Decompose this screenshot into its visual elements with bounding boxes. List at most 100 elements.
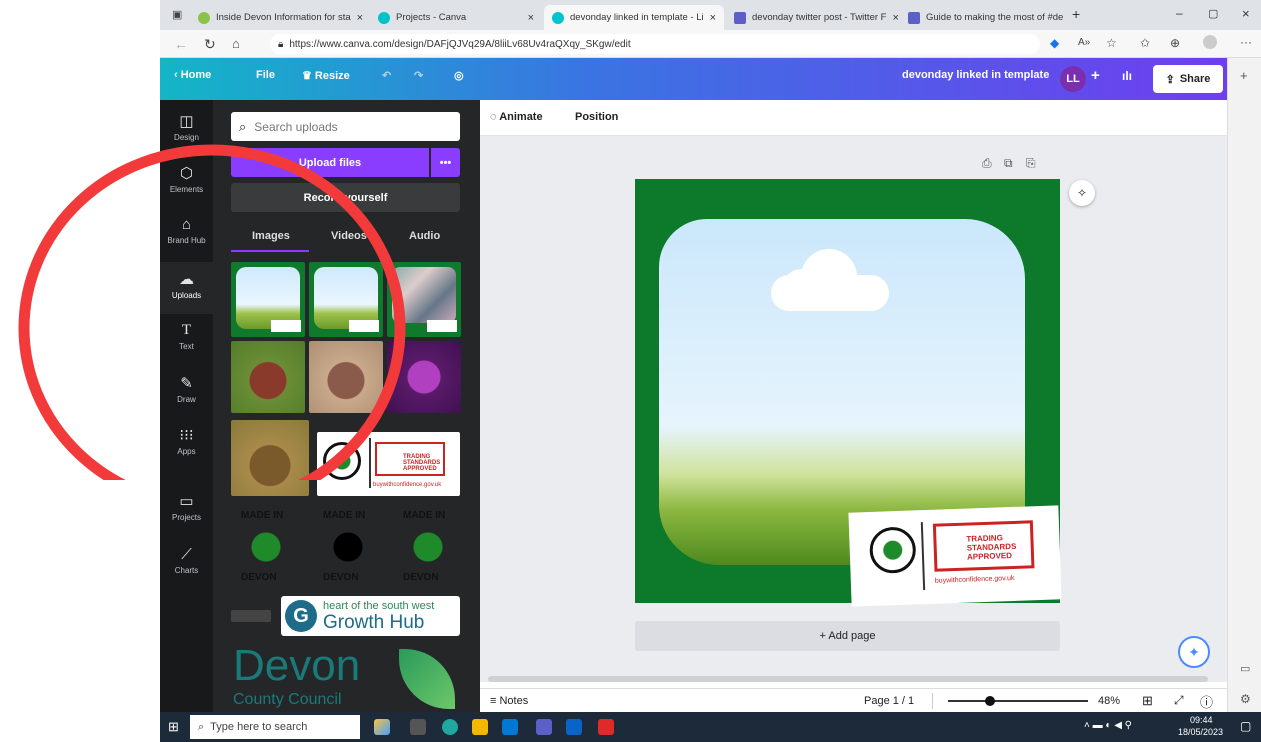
zoom-level[interactable]: 48% bbox=[1098, 695, 1120, 707]
windows-start-icon[interactable]: ⊞ bbox=[168, 719, 179, 735]
growth-hub-title: Growth Hub bbox=[323, 612, 425, 633]
taskbar-search-placeholder: Type here to search bbox=[210, 721, 308, 733]
avatar[interactable]: LL bbox=[1060, 66, 1086, 92]
chat-favicon-icon bbox=[908, 11, 920, 24]
tab-title: devonday twitter post - Twitter F bbox=[752, 12, 887, 23]
taskbar-search-input[interactable]: ⌕ Type here to search bbox=[190, 715, 360, 739]
magic-assistant-icon[interactable]: ✦ bbox=[1178, 636, 1210, 668]
close-tab-icon[interactable]: × bbox=[528, 12, 534, 24]
task-view-icon[interactable] bbox=[410, 719, 426, 735]
cloud-shape bbox=[771, 249, 889, 311]
settings-gear-icon[interactable]: ⚙ bbox=[1240, 692, 1251, 706]
upload-more-button[interactable]: ••• bbox=[431, 148, 460, 177]
made-in-devon-logo[interactable]: MADE IN DEVON bbox=[313, 508, 383, 588]
grid-view-icon[interactable]: ⊞ bbox=[1142, 693, 1153, 709]
help-icon[interactable]: ⓘ bbox=[1200, 692, 1213, 711]
animate-button[interactable]: ◌ Animate bbox=[490, 111, 543, 123]
annotation-circle bbox=[18, 144, 406, 480]
logo-text: MADE IN bbox=[241, 510, 284, 521]
system-tray-icons[interactable]: ˄ ▬ ◐ ◀ ⚲ bbox=[1084, 720, 1132, 731]
more-menu-icon[interactable]: ··· bbox=[1240, 35, 1252, 49]
insights-icon[interactable]: ılı bbox=[1122, 69, 1132, 83]
canvas-stage: ⎙ ⧉ ⎘ ✧ TRADING STANDARDS APPROVED buywi… bbox=[480, 136, 1227, 682]
close-tab-icon[interactable]: × bbox=[892, 12, 898, 24]
notes-button[interactable]: ≡ Notes bbox=[490, 695, 528, 707]
tab-actions-icon[interactable]: ▣ bbox=[172, 8, 182, 21]
address-bar-row: ← ↻ ⌂ 🔒︎ https://www.canva.com/design/DA… bbox=[160, 30, 1261, 58]
collections-icon[interactable]: ⊕ bbox=[1170, 36, 1180, 50]
devon-county-council-logo[interactable]: Devon County Council bbox=[231, 645, 460, 712]
browser-tab-active[interactable]: devonday linked in template - Li × bbox=[544, 5, 724, 30]
minimize-icon[interactable]: – bbox=[1176, 6, 1183, 20]
tab-title: Projects - Canva bbox=[396, 12, 467, 23]
fullscreen-icon[interactable]: ⤢ bbox=[1174, 693, 1184, 708]
store-icon[interactable] bbox=[502, 719, 518, 735]
position-button[interactable]: Position bbox=[575, 111, 618, 123]
canvas-toolbar: ◌ Animate Position bbox=[480, 100, 1227, 136]
comment-icon[interactable]: ✧ bbox=[1069, 180, 1095, 206]
page-indicator[interactable]: Page 1 / 1 bbox=[864, 695, 914, 707]
chat-favicon-icon bbox=[734, 11, 746, 24]
close-tab-icon[interactable]: × bbox=[710, 12, 716, 24]
made-in-devon-logo[interactable]: MADE IN DEVON bbox=[231, 508, 301, 588]
taskbar-app-icon[interactable] bbox=[374, 719, 390, 735]
share-label: Share bbox=[1179, 73, 1211, 85]
rail-label: Charts bbox=[174, 566, 199, 575]
back-icon[interactable]: ← bbox=[174, 36, 188, 52]
zoom-slider-thumb[interactable] bbox=[985, 696, 995, 706]
rail-item-projects[interactable]: ▭ Projects bbox=[160, 484, 213, 536]
growth-hub-logo[interactable]: G heart of the south west Growth Hub bbox=[281, 596, 460, 636]
logo-text: MADE IN bbox=[403, 510, 446, 521]
design-page[interactable]: TRADING STANDARDS APPROVED buywithconfid… bbox=[635, 179, 1062, 607]
share-button[interactable]: ⇪ Share bbox=[1153, 65, 1223, 93]
invite-button[interactable]: + bbox=[1091, 67, 1100, 84]
favorites-bar-icon[interactable]: ✩ bbox=[1140, 36, 1150, 50]
browser-tab[interactable]: Projects - Canva × bbox=[370, 5, 542, 30]
close-tab-icon[interactable]: × bbox=[357, 12, 363, 24]
edge-browser-icon[interactable] bbox=[442, 719, 458, 735]
outlook-icon[interactable] bbox=[566, 719, 582, 735]
browser-tab[interactable]: Guide to making the most of #de × bbox=[900, 5, 1065, 30]
horizontal-scrollbar[interactable] bbox=[488, 676, 1208, 682]
made-in-devon-logo[interactable]: MADE IN DEVON bbox=[393, 508, 463, 588]
made-in-devon-badge-icon bbox=[868, 526, 917, 574]
logo-text: MADE IN bbox=[323, 510, 366, 521]
growth-hub-g-icon: G bbox=[285, 600, 317, 632]
browser-tab[interactable]: devonday twitter post - Twitter F × bbox=[726, 5, 898, 30]
rail-item-charts[interactable]: ⟋ Charts bbox=[160, 538, 213, 590]
new-tab-icon[interactable]: + bbox=[1072, 6, 1080, 22]
lock-icon[interactable]: ⎙ bbox=[982, 156, 992, 171]
browser-sidebar: + ▭ ⚙ bbox=[1227, 58, 1261, 712]
share-icon: ⇪ bbox=[1165, 73, 1175, 86]
logo-text: DEVON bbox=[241, 572, 277, 583]
document-title[interactable]: devonday linked in template bbox=[902, 69, 1049, 81]
site-favicon-icon bbox=[198, 11, 210, 24]
read-aloud-icon[interactable]: A» bbox=[1078, 37, 1090, 48]
teams-icon[interactable] bbox=[536, 719, 552, 735]
cloud-saved-icon[interactable]: ◎ bbox=[454, 69, 464, 82]
close-window-icon[interactable]: × bbox=[1242, 6, 1250, 21]
charts-icon: ⟋ bbox=[181, 546, 192, 563]
zoom-slider[interactable] bbox=[948, 700, 1088, 702]
duplicate-page-icon[interactable]: ⧉ bbox=[1004, 156, 1013, 171]
favorite-icon[interactable]: ☆ bbox=[1106, 36, 1117, 50]
add-page-button[interactable]: + Add page bbox=[635, 621, 1060, 651]
refresh-icon[interactable]: ↻ bbox=[204, 36, 216, 53]
vertical-scrollbar[interactable] bbox=[1215, 136, 1227, 682]
profile-icon[interactable] bbox=[1203, 35, 1217, 49]
add-page-icon[interactable]: ⎘ bbox=[1026, 156, 1036, 171]
restore-icon[interactable]: ▢ bbox=[1208, 7, 1218, 20]
rail-label: Projects bbox=[172, 513, 201, 522]
extension-icon[interactable]: ◆ bbox=[1050, 36, 1059, 50]
logo-text: DEVON bbox=[403, 572, 439, 583]
acrobat-icon[interactable] bbox=[598, 719, 614, 735]
sidebar-add-icon[interactable]: + bbox=[1240, 68, 1248, 83]
upload-thumbnail[interactable] bbox=[231, 610, 271, 622]
sidebar-panel-icon[interactable]: ▭ bbox=[1240, 662, 1250, 675]
notifications-icon[interactable]: ▢ bbox=[1240, 719, 1251, 733]
bwc-text: buywithconfidence.gov.uk bbox=[373, 482, 442, 488]
browser-tab[interactable]: Inside Devon Information for sta × bbox=[190, 5, 368, 30]
home-icon[interactable]: ⌂ bbox=[232, 36, 240, 51]
url-field[interactable]: 🔒︎ https://www.canva.com/design/DAFjQJVq… bbox=[270, 34, 1040, 54]
file-explorer-icon[interactable] bbox=[472, 719, 488, 735]
